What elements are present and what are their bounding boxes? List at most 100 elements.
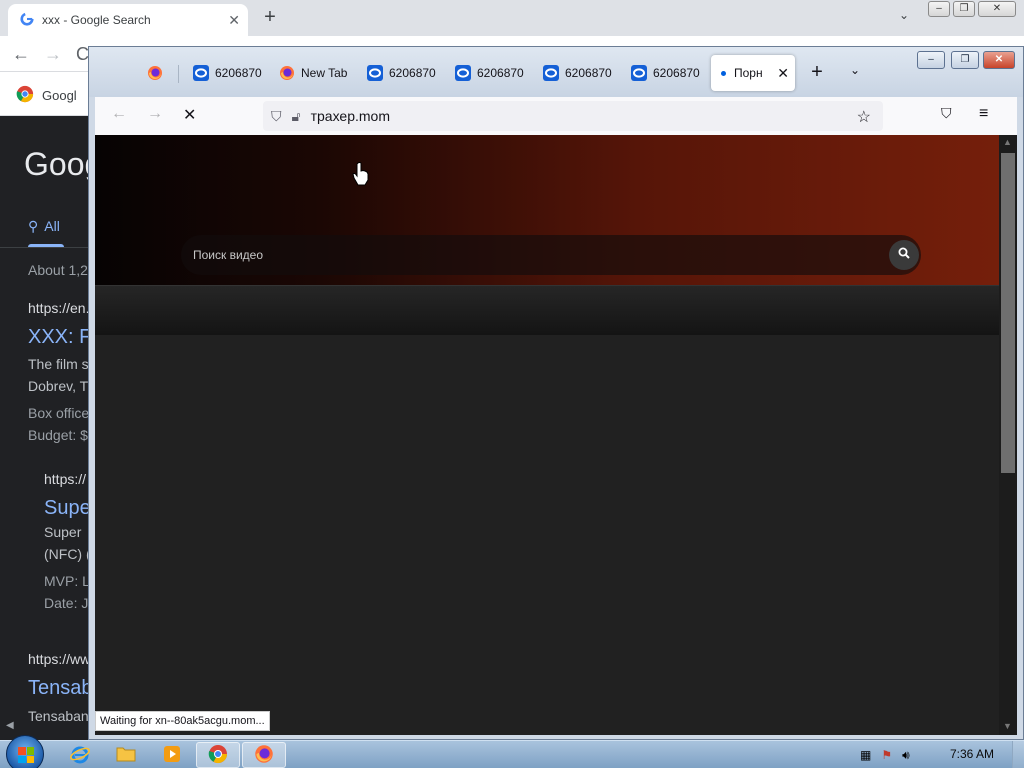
- ff-tab[interactable]: 6206870: [445, 55, 525, 91]
- search-placeholder: Поиск видео: [193, 248, 264, 262]
- ff-tab[interactable]: 6206870: [621, 55, 701, 91]
- result-meta: Budget: $: [28, 427, 88, 443]
- tab-all[interactable]: ⚲ All: [28, 218, 60, 235]
- video-search-box[interactable]: Поиск видео: [181, 235, 921, 275]
- tab-separator: [178, 65, 179, 83]
- url-text[interactable]: трахер.mom: [311, 108, 390, 124]
- ff-navigation-toolbar: ← → ✕ ⛉ 🔓︎ трахер.mom ☆ ⛉ ≡: [95, 97, 1017, 135]
- result-snippet: Tensaban: [28, 708, 89, 724]
- folder-icon: [116, 745, 136, 766]
- scroll-left-arrow-icon[interactable]: ◀: [6, 720, 14, 731]
- result-title-link[interactable]: XXX: F: [28, 326, 91, 349]
- web-page-content: Поиск видео: [95, 135, 999, 735]
- result-cite[interactable]: https://en.: [28, 300, 89, 316]
- forward-arrow-icon[interactable]: →: [147, 105, 163, 123]
- ff-tab[interactable]: [137, 55, 177, 91]
- blue-ring-favicon-icon: [193, 65, 209, 81]
- windows-logo-icon: [18, 747, 34, 763]
- ff-close-button[interactable]: ✕: [983, 51, 1015, 69]
- chrome-logo-icon: [208, 744, 228, 767]
- result-title-link[interactable]: Supe: [44, 497, 91, 520]
- search-icon: [898, 247, 910, 262]
- result-snippet: Super: [44, 524, 82, 540]
- ff-tab-label: 6206870: [565, 66, 612, 80]
- firefox-tab-strip: 6206870 New Tab 6206870 6206870 6206870 …: [89, 47, 1023, 97]
- stop-loading-icon[interactable]: ✕: [183, 105, 196, 125]
- chrome-logo-icon: [16, 85, 34, 106]
- chrome-tab-title: xxx - Google Search: [42, 13, 151, 27]
- windows-taskbar: ▦ ⚑ 🔊︎ 7:36 AM: [0, 735, 1024, 768]
- scroll-up-arrow-icon[interactable]: ▲: [1003, 137, 1012, 147]
- taskbar-ie[interactable]: [58, 742, 102, 768]
- back-arrow-icon[interactable]: ←: [12, 44, 30, 65]
- result-title-link[interactable]: Tensab: [28, 677, 93, 700]
- status-bar: Waiting for xn--80ak5acgu.mom...: [95, 711, 270, 731]
- bookmark-star-icon[interactable]: ☆: [857, 107, 871, 127]
- taskbar-chrome[interactable]: [196, 742, 240, 768]
- taskbar-media-player[interactable]: [150, 742, 194, 768]
- chrome-minimize-button[interactable]: –: [928, 1, 950, 17]
- chevron-down-icon[interactable]: ⌄: [894, 8, 914, 28]
- result-cite[interactable]: https://ww: [28, 651, 90, 667]
- blue-ring-favicon-icon: [367, 65, 383, 81]
- pocket-icon[interactable]: ⛉: [941, 105, 952, 122]
- ff-tab[interactable]: New Tab: [269, 55, 353, 91]
- ff-tab[interactable]: 6206870: [533, 55, 613, 91]
- result-meta: MVP: L: [44, 573, 90, 589]
- ff-tab-label: New Tab: [301, 66, 348, 80]
- close-icon[interactable]: ✕: [777, 65, 789, 82]
- close-icon[interactable]: ✕: [228, 12, 240, 29]
- network-icon[interactable]: ▦: [860, 748, 871, 762]
- ff-tab-label: 6206870: [653, 66, 700, 80]
- ff-tab-active[interactable]: Порн ✕: [711, 55, 795, 91]
- result-cite[interactable]: https://: [44, 471, 86, 487]
- site-body: [95, 335, 999, 735]
- ff-tab[interactable]: 6206870: [357, 55, 437, 91]
- url-bar[interactable]: ⛉ 🔓︎ трахер.mom ☆: [263, 101, 883, 131]
- search-button[interactable]: [889, 240, 919, 270]
- bookmark-label: Googl: [42, 88, 77, 103]
- taskbar-firefox[interactable]: [242, 742, 286, 768]
- back-arrow-icon[interactable]: ←: [111, 105, 127, 123]
- site-header: Поиск видео: [95, 135, 999, 285]
- media-player-icon: [162, 744, 182, 767]
- shield-icon[interactable]: ⛉: [271, 108, 282, 125]
- chrome-close-button[interactable]: ✕: [978, 1, 1016, 17]
- ff-tab-label: 6206870: [389, 66, 436, 80]
- search-icon: ⚲: [28, 218, 39, 234]
- result-meta: Date: J: [44, 595, 89, 611]
- page-scrollbar[interactable]: ▲ ▼: [999, 135, 1017, 735]
- firefox-window: 6206870 New Tab 6206870 6206870 6206870 …: [88, 46, 1024, 740]
- start-button[interactable]: [6, 735, 44, 768]
- ff-tab-label: 6206870: [477, 66, 524, 80]
- ff-minimize-button[interactable]: –: [917, 51, 945, 69]
- forward-arrow-icon[interactable]: →: [44, 44, 62, 65]
- volume-icon[interactable]: 🔊︎: [902, 748, 910, 763]
- result-snippet: Dobrev, T: [28, 378, 89, 394]
- action-center-warning-icon[interactable]: ⚑: [881, 748, 892, 762]
- chrome-restore-button[interactable]: ❐: [953, 1, 975, 17]
- chrome-tab-google-search[interactable]: xxx - Google Search ✕: [8, 4, 248, 36]
- chrome-tab-strip: xxx - Google Search ✕ + ⌄ – ❐ ✕: [0, 0, 1024, 36]
- lock-insecure-icon[interactable]: 🔓︎: [292, 108, 301, 125]
- google-favicon-icon: [20, 11, 34, 29]
- result-meta: Box office: [28, 405, 90, 421]
- scroll-down-arrow-icon[interactable]: ▼: [1003, 721, 1012, 731]
- chrome-new-tab-button[interactable]: +: [258, 6, 282, 30]
- tab-all-label: All: [44, 218, 60, 234]
- blue-ring-favicon-icon: [543, 65, 559, 81]
- show-desktop-button[interactable]: [1012, 741, 1024, 768]
- bookmark-google[interactable]: Googl: [16, 85, 77, 106]
- chevron-down-icon[interactable]: ⌄: [845, 63, 865, 83]
- hamburger-menu-icon[interactable]: ≡: [979, 105, 988, 123]
- blue-ring-favicon-icon: [631, 65, 647, 81]
- blue-ring-favicon-icon: [455, 65, 471, 81]
- ff-new-tab-button[interactable]: +: [805, 61, 829, 85]
- ff-tab[interactable]: 6206870: [183, 55, 263, 91]
- ff-restore-button[interactable]: ❐: [951, 51, 979, 69]
- internet-explorer-icon: [70, 744, 90, 767]
- taskbar-explorer[interactable]: [104, 742, 148, 768]
- ff-tab-label: 6206870: [215, 66, 262, 80]
- scrollbar-thumb[interactable]: [1001, 153, 1015, 473]
- taskbar-clock[interactable]: 7:36 AM: [950, 747, 994, 761]
